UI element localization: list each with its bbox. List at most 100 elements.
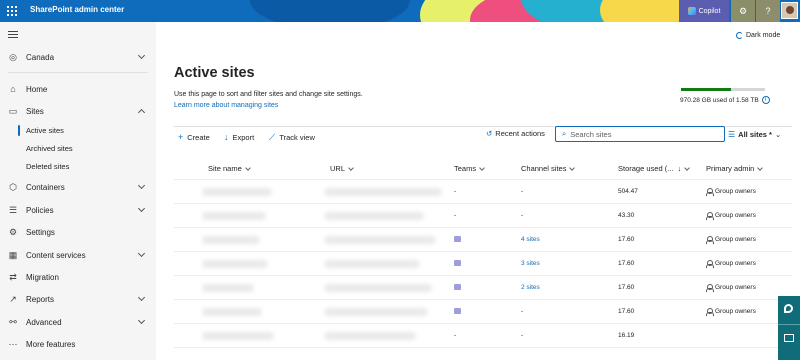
page-description: Use this page to sort and filter sites a… [174,91,363,98]
chevron-down-icon: ⌄ [774,130,782,139]
track-view-button[interactable]: ⟋ Track view [269,132,315,143]
sidebar-item-home[interactable]: ⌂ Home [0,80,156,98]
sidebar-item-label: Settings [26,227,55,237]
recent-actions-button[interactable]: ↺ Recent actions [486,129,545,138]
sidebar-item-more-features[interactable]: ⋯ More features [0,335,156,353]
help-icon[interactable]: ? [756,0,780,22]
storage-used-cell: 17.60 [618,236,635,243]
sidebar-item-reports[interactable]: ↗ Reports [0,290,156,308]
migration-icon: ⇄ [9,272,17,282]
primary-admin-cell: Group owners [706,188,756,196]
create-label: Create [187,132,210,142]
column-label: URL [330,164,346,173]
sidebar-subitem-archived-sites[interactable]: Archived sites [0,140,156,157]
primary-admin-cell: Group owners [706,212,756,220]
redacted-site-url[interactable] [324,308,428,316]
column-header-teams[interactable]: Teams [454,164,485,173]
learn-more-link[interactable]: Learn more about managing sites [174,102,278,109]
storage-used-cell: 17.60 [618,308,635,315]
info-icon[interactable]: i [761,96,770,104]
redacted-site-url[interactable] [324,188,442,196]
sidebar-item-advanced[interactable]: ⚯ Advanced [0,313,156,331]
chevron-down-icon [244,164,251,171]
table-row[interactable]: 3 sites 17.60 Group owners [174,252,792,276]
table-row[interactable]: - - 504.47 Group owners [174,180,792,204]
channel-sites-link[interactable]: 3 sites [521,260,540,267]
filter-icon: ☰ [728,130,736,139]
chevron-down-icon [137,51,146,60]
microsoft-teams-icon [454,236,461,242]
view-filter-dropdown[interactable]: ☰ All sites * ⌄ [728,130,781,139]
export-label: Export [232,132,255,142]
sidebar-item-label: Home [26,84,48,94]
chart-line-icon: ⟋ [269,132,276,142]
sidebar-subitem-label: Archived sites [26,144,73,153]
create-button[interactable]: + Create [178,132,210,142]
copilot-icon [687,7,696,15]
column-header-site-name[interactable]: Site name [208,164,251,173]
sidebar-item-migration[interactable]: ⇄ Migration [0,268,156,286]
sidebar-item-policies[interactable]: ☰ Policies [0,201,156,219]
sidebar-subitem-active-sites[interactable]: Active sites [0,122,156,139]
primary-admin-label: Group owners [715,260,756,267]
chevron-up-icon [137,108,146,117]
sidebar-item-sites[interactable]: ▭ Sites [0,102,156,120]
redacted-site-url[interactable] [324,332,416,340]
export-button[interactable]: ↓ Export [224,132,254,142]
table-row[interactable]: - 17.60 Group owners [174,300,792,324]
channel-sites-link[interactable]: 2 sites [521,284,540,291]
microsoft-teams-icon [454,308,461,314]
redacted-site-name[interactable] [202,284,254,292]
redacted-site-name[interactable] [202,188,272,196]
download-icon: ↓ [224,132,229,142]
redacted-site-name[interactable] [202,212,266,220]
sidebar-item-settings[interactable]: ⚙ Settings [0,223,156,241]
microsoft-teams-icon [454,284,461,290]
microsoft-teams-icon [454,260,461,266]
column-header-channel-sites[interactable]: Channel sites [521,164,576,173]
redacted-site-url[interactable] [324,284,432,292]
redacted-site-name[interactable] [202,308,262,316]
feedback-icon[interactable] [784,334,794,342]
storage-usage: 970.28 GB used of 1.58 TB i [680,96,770,104]
redacted-site-name[interactable] [202,236,260,244]
user-avatar[interactable] [781,2,798,19]
column-header-primary-admin[interactable]: Primary admin [706,164,764,173]
storage-used-cell: 16.19 [618,332,635,339]
table-row[interactable]: - - 16.19 [174,324,792,348]
table-row[interactable]: - - 43.30 Group owners [174,204,792,228]
help-chat-icon[interactable] [784,304,793,313]
teams-icon [454,308,461,316]
channel-sites-cell: - [521,332,524,339]
app-launcher-icon[interactable] [7,6,17,16]
table-row[interactable]: 4 sites 17.60 Group owners [174,228,792,252]
settings-gear-icon[interactable]: ⚙ [731,0,755,22]
copilot-button[interactable]: Copilot [679,0,729,22]
redacted-site-url[interactable] [324,212,424,220]
column-header-storage-used[interactable]: Storage used (... ↓ [618,164,691,173]
primary-admin-cell: Group owners [706,260,756,268]
redacted-site-name[interactable] [202,332,274,340]
table-row[interactable]: 2 sites 17.60 Group owners [174,276,792,300]
hamburger-menu-icon[interactable] [8,31,18,38]
channel-sites-link[interactable]: 4 sites [521,236,540,243]
gear-icon: ⚙ [8,227,18,237]
primary-admin-label: Group owners [715,212,756,219]
redacted-site-url[interactable] [324,236,436,244]
globe-icon: ◎ [9,52,17,62]
redacted-site-url[interactable] [324,260,420,268]
sidebar-item-content-services[interactable]: ▦ Content services [0,246,156,264]
app-title[interactable]: SharePoint admin center [30,5,124,14]
containers-icon: ⬡ [9,182,17,192]
redacted-site-name[interactable] [202,260,268,268]
sidebar-item-containers[interactable]: ⬡ Containers [0,178,156,196]
copilot-label: Copilot [698,7,721,15]
search-input[interactable]: ⌕ Search sites [555,126,725,142]
column-header-url[interactable]: URL [330,164,354,173]
chevron-down-icon [479,164,485,171]
reports-icon: ↗ [9,294,17,304]
more-features-icon: ⋯ [8,339,18,349]
tenant-selector[interactable]: ◎ Canada [0,48,156,66]
sidebar-subitem-deleted-sites[interactable]: Deleted sites [0,158,156,175]
dark-mode-toggle[interactable]: Dark mode [736,32,780,39]
